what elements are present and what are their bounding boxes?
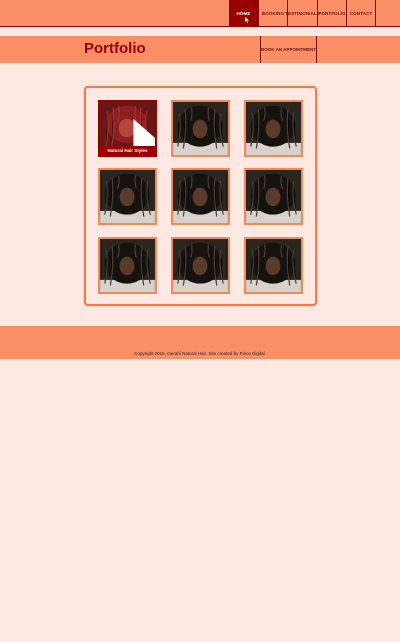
nav-booking[interactable]: BOOKING — [258, 0, 287, 27]
gallery-tile[interactable] — [244, 237, 303, 294]
nav-home[interactable]: HOME — [229, 0, 258, 27]
gallery-tile[interactable] — [98, 168, 157, 225]
nav-testimonials-label: TESTIMONIALS — [285, 11, 320, 16]
nav-portfolio-label: PORTFOLIO — [318, 11, 346, 16]
nav-portfolio[interactable]: PORTFOLIO — [317, 0, 346, 27]
nav-home-label: HOME — [236, 11, 251, 16]
gallery-tile[interactable] — [171, 237, 230, 294]
nav-booking-label: BOOKING — [261, 11, 285, 16]
hairstyle-photo — [173, 239, 228, 292]
hairstyle-photo — [173, 170, 228, 223]
main-nav: HOME BOOKING TESTIMONIALS PORTFOLIO CONT… — [229, 0, 376, 27]
nav-contact-label: CONTACT — [349, 11, 373, 16]
gallery-tile[interactable] — [171, 168, 230, 225]
hairstyle-photo — [246, 102, 301, 155]
top-nav-bar: HOME BOOKING TESTIMONIALS PORTFOLIO CONT… — [0, 0, 400, 27]
book-appointment-button[interactable]: BOOK AN APPOINTMENT — [260, 36, 317, 63]
tile-caption: Natural Hair Styles — [100, 146, 155, 155]
gallery-tile[interactable] — [244, 100, 303, 157]
hairstyle-photo — [100, 170, 155, 223]
gallery-tile-featured[interactable]: Natural Hair Styles — [98, 100, 157, 157]
hairstyle-photo — [246, 170, 301, 223]
nav-contact[interactable]: CONTACT — [346, 0, 376, 27]
hairstyle-photo — [100, 239, 155, 292]
hairstyle-photo — [173, 102, 228, 155]
book-appointment-label: BOOK AN APPOINTMENT — [261, 47, 316, 52]
copyright-text: Copyright 2015, merahi Natural Hair. Sit… — [134, 351, 266, 356]
portfolio-gallery: Natural Hair Styles — [84, 86, 317, 306]
page-title: Portfolio — [84, 40, 146, 57]
title-band: Portfolio BOOK AN APPOINTMENT — [0, 36, 400, 63]
gallery-tile[interactable] — [171, 100, 230, 157]
gallery-tile[interactable] — [244, 168, 303, 225]
cursor-icon — [245, 17, 249, 23]
hairstyle-photo — [246, 239, 301, 292]
gallery-tile[interactable] — [98, 237, 157, 294]
nav-testimonials[interactable]: TESTIMONIALS — [285, 0, 320, 27]
